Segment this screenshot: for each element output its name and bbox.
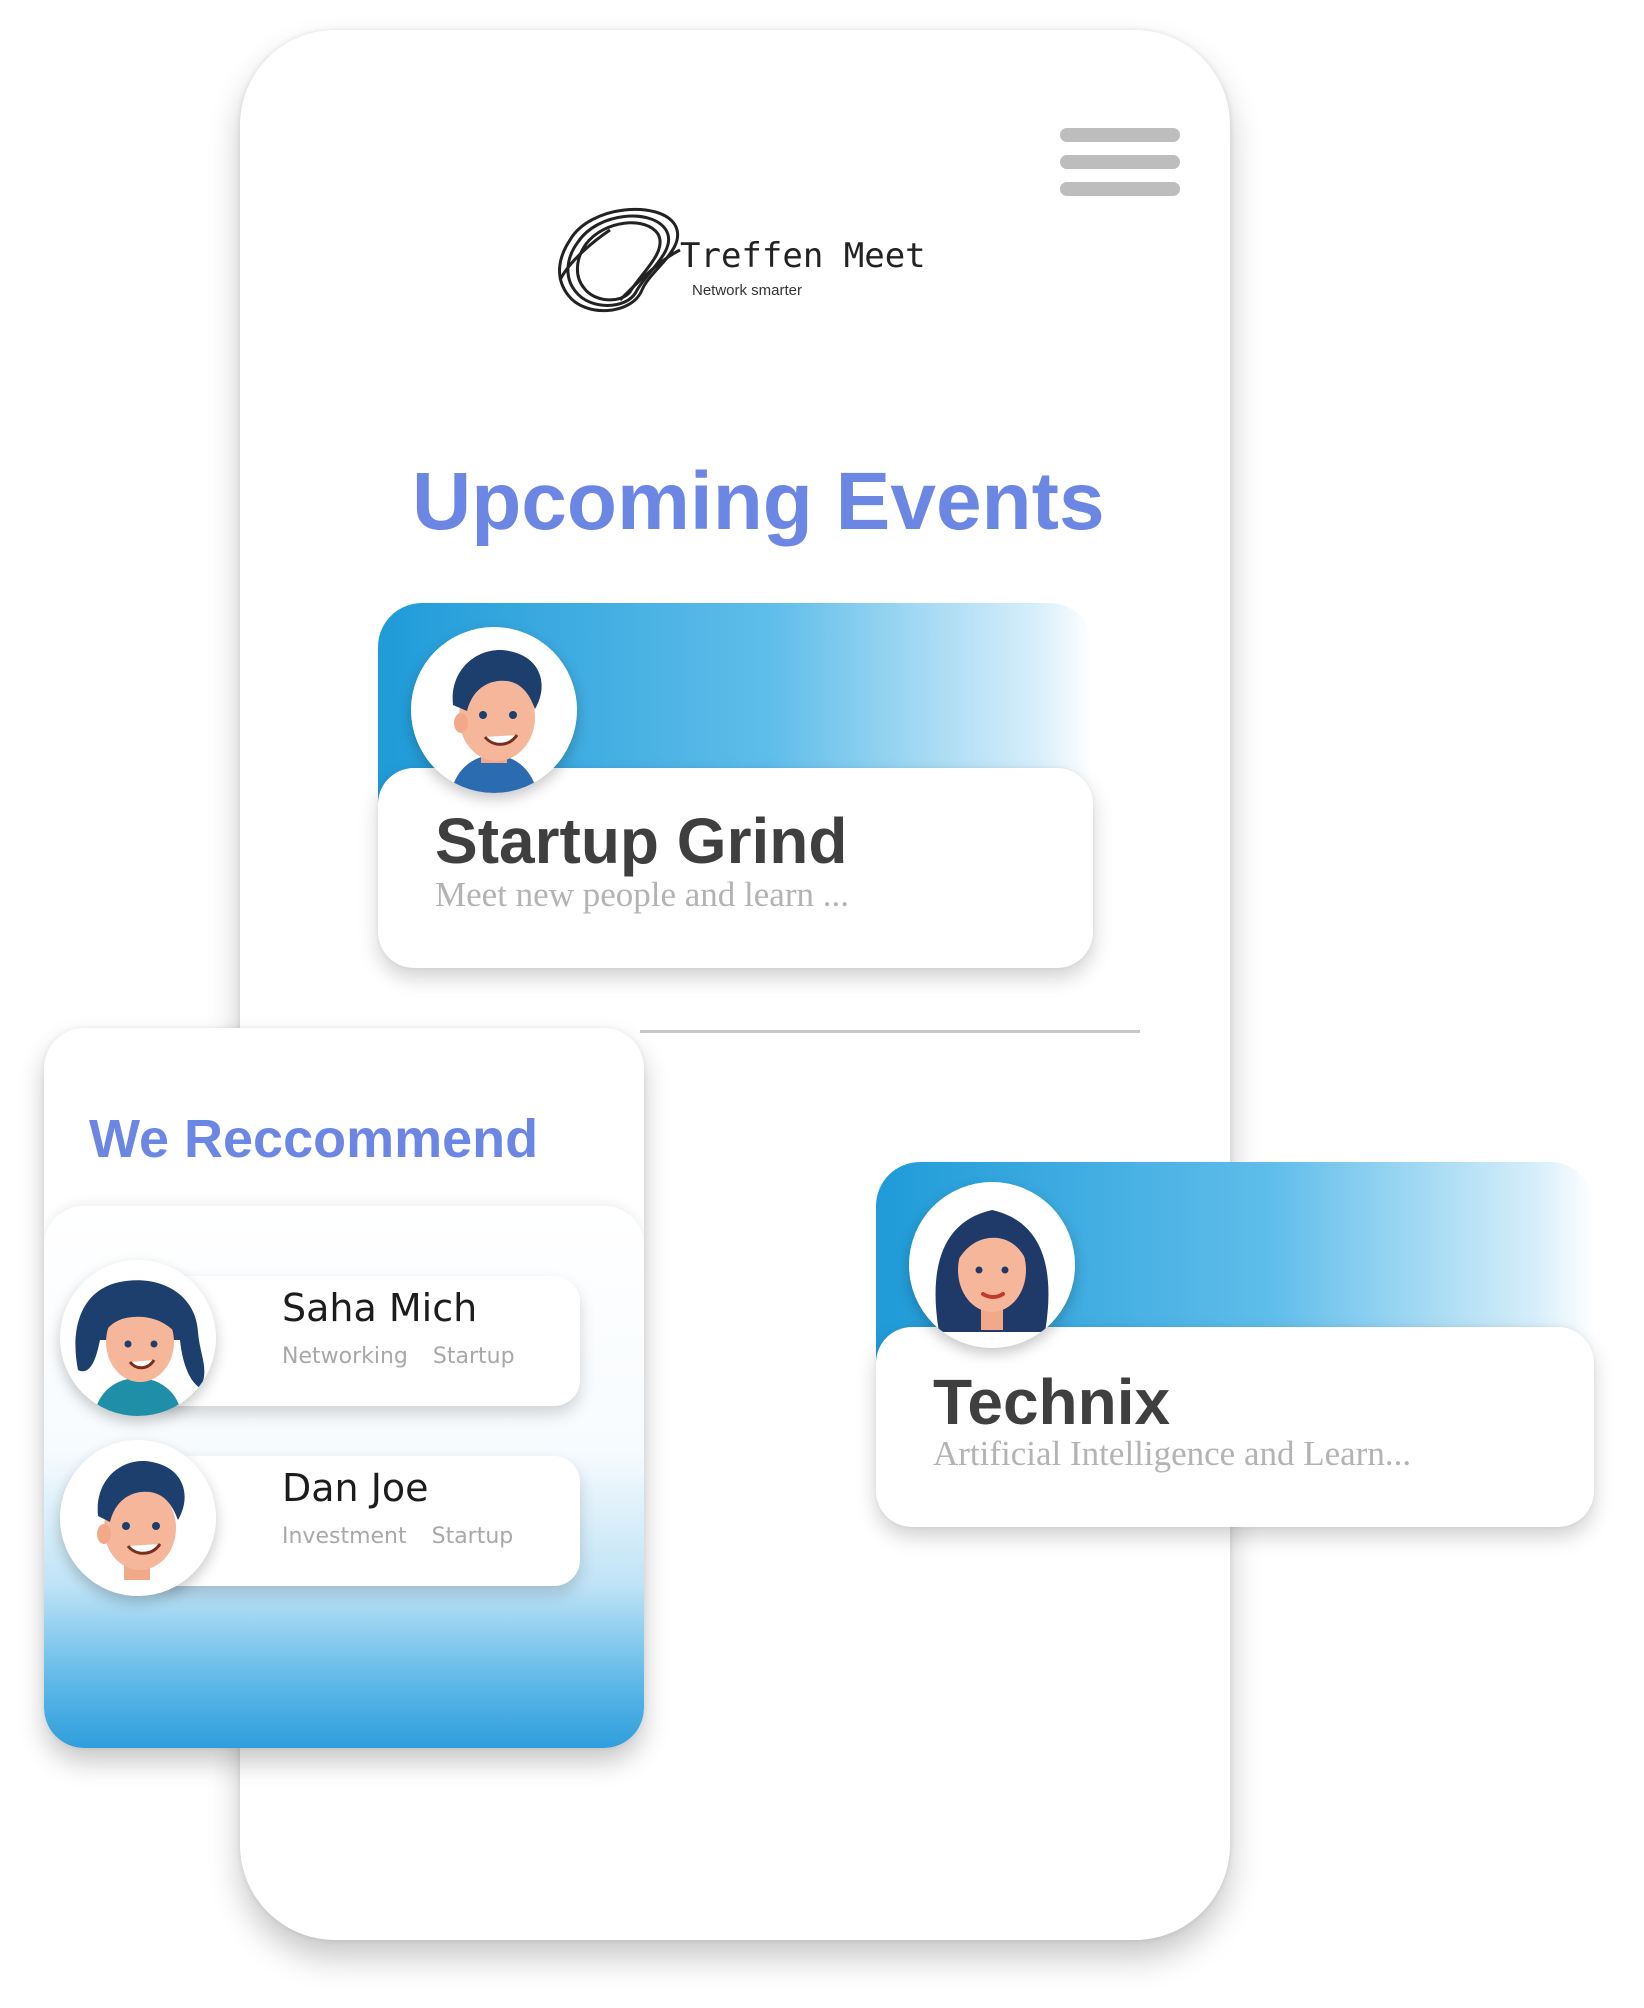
man-avatar-icon	[60, 1440, 216, 1596]
menu-bar	[1060, 155, 1180, 169]
event-card-body: Technix Artificial Intelligence and Lear…	[876, 1327, 1594, 1527]
person-tag: Startup	[432, 1344, 515, 1369]
person-name: Dan Joe	[282, 1466, 429, 1510]
person-tag: Startup	[431, 1524, 514, 1549]
brand-tagline: Network smarter	[692, 282, 803, 299]
brand-name: Treffen Meet	[680, 236, 926, 276]
event-description: Meet new people and learn ...	[435, 875, 850, 914]
recommend-person-dan-joe[interactable]: Dan Joe Investment Startup	[60, 1440, 580, 1600]
event-card-body: Startup Grind Meet new people and learn …	[378, 768, 1093, 968]
hamburger-menu-icon[interactable]	[1060, 128, 1180, 196]
person-tag: Networking	[282, 1344, 408, 1369]
person-tags: Networking Startup	[282, 1344, 515, 1369]
person-tags: Investment Startup	[282, 1524, 513, 1549]
event-description: Artificial Intelligence and Learn...	[933, 1434, 1412, 1473]
event-card-technix[interactable]: Technix Artificial Intelligence and Lear…	[876, 1162, 1594, 1527]
recommend-person-saha-mich[interactable]: Saha Mich Networking Startup	[60, 1260, 580, 1420]
woman-avatar-icon	[909, 1182, 1075, 1348]
upcoming-events-title: Upcoming Events	[412, 456, 1105, 547]
man-avatar-icon	[411, 627, 577, 793]
event-card-startup-grind[interactable]: Startup Grind Meet new people and learn …	[378, 603, 1093, 968]
woman-avatar-icon	[60, 1260, 216, 1416]
section-divider	[640, 1030, 1140, 1033]
menu-bar	[1060, 128, 1180, 142]
person-tag: Investment	[282, 1524, 407, 1549]
logo-mark-icon	[558, 207, 681, 313]
event-title: Technix	[933, 1366, 1171, 1438]
brand-logo[interactable]: Treffen Meet Network smarter	[550, 200, 930, 325]
event-title: Startup Grind	[435, 805, 848, 877]
app-preview-stage: Treffen Meet Network smarter Upcoming Ev…	[0, 0, 1644, 2008]
recommend-title: We Reccommend	[89, 1109, 539, 1169]
menu-bar	[1060, 182, 1180, 196]
person-name: Saha Mich	[282, 1286, 478, 1330]
